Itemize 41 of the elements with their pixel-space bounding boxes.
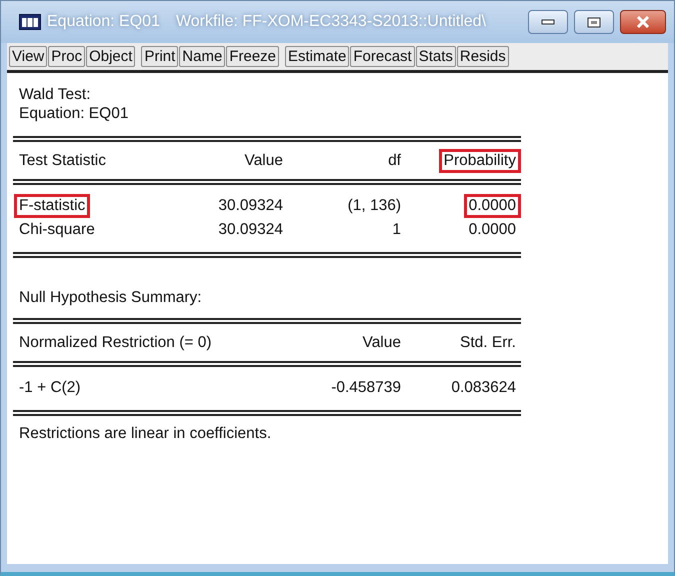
toolbar-button[interactable]: Freeze (226, 46, 279, 67)
maximize-button[interactable] (574, 10, 614, 34)
table-cell-text: -0.458739 (330, 378, 402, 398)
toolbar-button[interactable]: Object (86, 46, 136, 67)
table-cell-text: Chi-square (18, 220, 96, 240)
minimize-button[interactable] (528, 10, 568, 34)
toolbar-button[interactable]: Resids (456, 46, 509, 67)
toolbar-button[interactable]: Print (141, 46, 178, 67)
workfile-title: Workfile: FF-XOM-EC3343-S2013::Untitled\ (176, 13, 486, 31)
section-title: Null Hypothesis Summary: (18, 288, 203, 307)
column-header: Value (244, 151, 284, 171)
toolbar-button[interactable]: Forecast (350, 46, 415, 67)
column-header: df (387, 151, 402, 171)
window-title: Equation: EQ01 (47, 13, 160, 31)
toolbar-button[interactable]: View (9, 46, 48, 67)
note-text: Restrictions are linear in coefficients. (18, 424, 272, 443)
table-cell-text: 30.09324 (217, 220, 284, 240)
column-header: Std. Err. (459, 333, 517, 353)
table-cell-text: 1 (391, 220, 402, 240)
table-cell-text: 0.083624 (450, 378, 517, 398)
table-cell-text: 30.09324 (217, 196, 284, 216)
table-cell: 0.0000 (464, 194, 521, 218)
table-cell-text: (1, 136) (346, 196, 402, 216)
table-cell-text: -1 + C(2) (18, 378, 82, 398)
column-header: Probability (438, 149, 521, 173)
close-icon (636, 16, 650, 28)
minimize-icon (541, 19, 555, 25)
column-header: Test Statistic (18, 151, 107, 171)
column-header: Value (362, 333, 402, 353)
heading-line: Wald Test: (18, 85, 92, 104)
table-cell: F-statistic (14, 194, 90, 218)
toolbar-button[interactable]: Estimate (285, 46, 350, 67)
toolbar-button[interactable]: Name (179, 46, 226, 67)
toolbar-button[interactable]: Stats (416, 46, 456, 67)
table-cell-text: 0.0000 (468, 220, 517, 240)
window-icon (19, 14, 41, 30)
maximize-icon (587, 16, 601, 28)
heading-line: Equation: EQ01 (18, 104, 130, 123)
toolbar-button[interactable]: Proc (48, 46, 86, 67)
column-header: Normalized Restriction (= 0) (18, 333, 213, 353)
close-button[interactable] (620, 10, 666, 34)
